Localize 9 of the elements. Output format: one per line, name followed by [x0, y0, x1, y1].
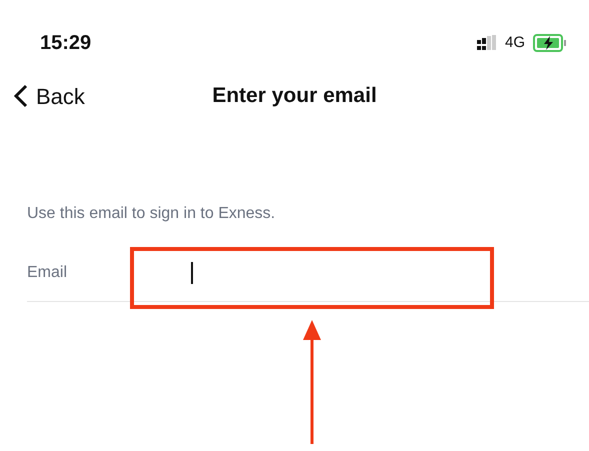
screen-title: Enter your email	[212, 84, 377, 108]
back-button[interactable]: Back	[14, 80, 85, 112]
status-time: 15:29	[40, 31, 92, 56]
network-label: 4G	[504, 32, 525, 53]
email-label: Email	[27, 262, 68, 282]
hint-text: Use this email to sign in to Exness.	[27, 204, 276, 224]
battery-charging-icon	[533, 34, 567, 52]
signal-icon	[476, 35, 497, 51]
chevron-left-icon	[14, 84, 28, 108]
